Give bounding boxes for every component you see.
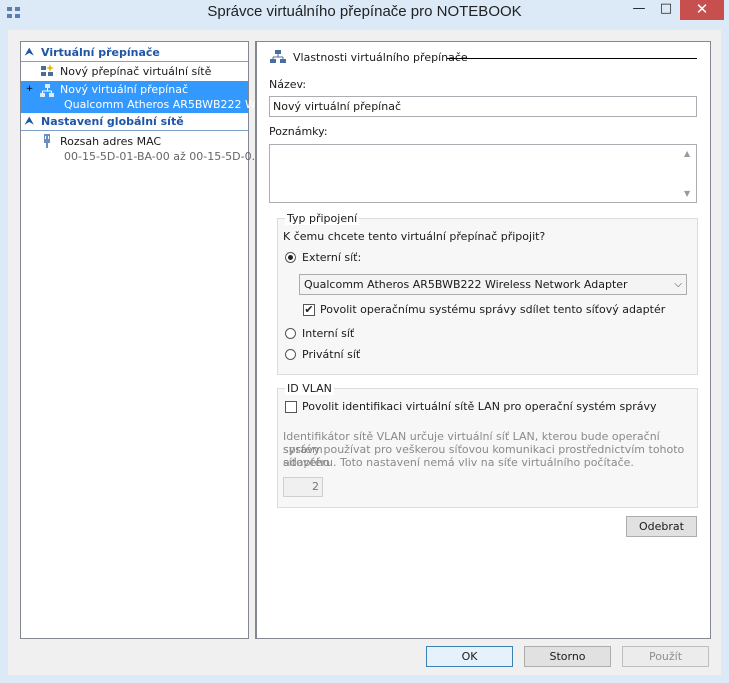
notes-scrollbar[interactable]: ▲ ▼ xyxy=(682,145,696,202)
connection-question: K čemu chcete tento virtuální přepínač p… xyxy=(283,230,546,243)
notes-textarea[interactable]: ▲ ▼ xyxy=(269,144,697,203)
name-input[interactable]: Nový virtuální přepínač xyxy=(269,96,697,117)
tree-item-selected-switch[interactable]: + Nový virtuální přepínač Qualcomm Ather… xyxy=(21,81,265,113)
title-bar: Správce virtuálního přepínače pro NOTEBO… xyxy=(0,0,729,26)
section-virtual-switches[interactable]: ⮝ Virtuální přepínače xyxy=(21,44,248,61)
connection-type-title: Typ připojení xyxy=(285,212,360,225)
remove-button[interactable]: Odebrat xyxy=(626,516,697,537)
tree-item-mac-range[interactable]: Rozsah adres MAC 00-15-5D-01-BA-00 až 00… xyxy=(21,131,262,165)
share-adapter-label[interactable]: Povolit operačnímu systému správy sdílet… xyxy=(320,303,665,316)
window: Správce virtuálního přepínače pro NOTEBO… xyxy=(0,0,729,683)
vlan-group: ID VLAN Povolit identifikaci virtuální s… xyxy=(277,382,698,508)
private-network-radio[interactable] xyxy=(285,349,296,360)
cancel-button[interactable]: Storno xyxy=(524,646,611,667)
vlan-enable-label[interactable]: Povolit identifikaci virtuální sítě LAN … xyxy=(302,400,656,413)
internal-network-radio[interactable] xyxy=(285,328,296,339)
adapter-select-value: Qualcomm Atheros AR5BWB222 Wireless Netw… xyxy=(304,278,628,291)
network-switch-icon xyxy=(270,50,286,63)
mac-range-label: Rozsah adres MAC xyxy=(60,135,162,148)
adapter-select[interactable]: Qualcomm Atheros AR5BWB222 Wireless Netw… xyxy=(299,274,687,295)
scroll-up-icon[interactable]: ▲ xyxy=(684,149,690,158)
new-switch-icon xyxy=(41,64,54,76)
connection-type-group: Typ připojení K čemu chcete tento virtuá… xyxy=(277,212,698,375)
new-switch-label: Nový přepínač virtuální sítě xyxy=(60,65,212,78)
ok-button[interactable]: OK xyxy=(426,646,513,667)
section-global-network-settings[interactable]: ⮝ Nastavení globální sítě xyxy=(21,113,248,130)
network-switch-icon xyxy=(40,84,54,97)
vlan-description-line3: adaptéru. Toto nastavení nemá vliv na sí… xyxy=(283,456,634,469)
minimize-button[interactable]: — xyxy=(626,0,652,20)
expand-icon[interactable]: + xyxy=(25,85,34,94)
scroll-down-icon[interactable]: ▼ xyxy=(684,189,690,198)
selected-switch-label: Nový virtuální přepínač xyxy=(60,83,188,96)
mac-range-value: 00-15-5D-01-BA-00 až 00-15-5D-0... xyxy=(64,150,263,163)
dialog-client: ⮝ Virtuální přepínače Nový přepínač virt… xyxy=(8,30,721,675)
notes-label: Poznámky: xyxy=(269,125,328,138)
name-label: Název: xyxy=(269,78,307,91)
vlan-id-input[interactable]: 2 xyxy=(283,477,323,497)
vlan-enable-checkbox[interactable] xyxy=(285,401,297,413)
collapse-chevron-icon[interactable]: ⮝ xyxy=(25,113,37,130)
external-network-label[interactable]: Externí síť: xyxy=(302,251,361,264)
apply-button[interactable]: Použít xyxy=(622,646,709,667)
maximize-button[interactable]: □ xyxy=(653,0,679,20)
internal-network-label[interactable]: Interní síť xyxy=(302,327,354,340)
properties-header: Vlastnosti virtuálního přepínače xyxy=(293,51,468,64)
share-adapter-checkbox[interactable]: ✔ xyxy=(303,304,315,316)
collapse-chevron-icon[interactable]: ⮝ xyxy=(25,44,37,61)
close-button[interactable]: ✕ xyxy=(680,0,724,20)
chevron-down-icon[interactable]: ⌵ xyxy=(674,275,682,294)
navigation-pane: ⮝ Virtuální přepínače Nový přepínač virt… xyxy=(20,41,265,639)
window-title: Správce virtuálního přepínače pro NOTEBO… xyxy=(207,3,522,20)
vlan-title: ID VLAN xyxy=(285,382,334,395)
private-network-label[interactable]: Privátní síť xyxy=(302,348,360,361)
header-divider xyxy=(447,58,697,59)
external-network-radio[interactable] xyxy=(285,252,296,263)
properties-pane: Vlastnosti virtuálního přepínače Název: … xyxy=(255,41,711,639)
new-switch-item[interactable]: Nový přepínač virtuální sítě xyxy=(21,62,248,81)
selected-switch-adapter: Qualcomm Atheros AR5BWB222 W... xyxy=(64,98,266,111)
mac-address-icon xyxy=(44,134,50,148)
